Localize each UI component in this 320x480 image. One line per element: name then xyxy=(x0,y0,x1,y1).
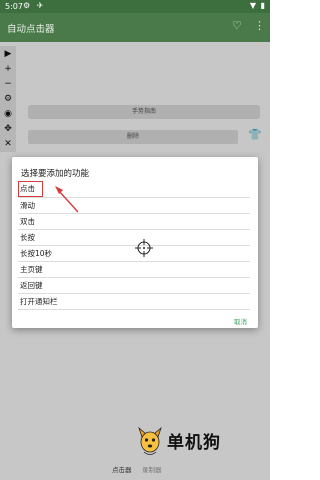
watermark-text: 单机狗 xyxy=(167,433,221,453)
option-swipe[interactable]: 滑动 xyxy=(18,198,250,214)
app-title: 自动点击器 xyxy=(7,24,55,35)
option-double-click[interactable]: 双击 xyxy=(18,214,250,230)
status-time: 5:07 xyxy=(5,2,23,11)
crosshair-target-icon[interactable] xyxy=(135,239,153,257)
more-options-icon[interactable]: ⋮ xyxy=(254,19,265,33)
status-bar: 5:07 ⚙ ✈ ▼ ▮ xyxy=(0,0,270,13)
option-long-press[interactable]: 长按 xyxy=(18,230,250,246)
cancel-button[interactable]: 取消 xyxy=(234,316,247,326)
option-home-key[interactable]: 主页键 xyxy=(18,262,250,278)
option-back-key[interactable]: 返回键 xyxy=(18,278,250,294)
bottom-nav: 点击器 录制器 xyxy=(0,460,270,480)
option-open-notifications[interactable]: 打开通知栏 xyxy=(18,294,250,310)
app-bar: 自动点击器 ♡ ⋮ xyxy=(0,13,270,42)
status-left-icons: ⚙ ✈ xyxy=(23,1,46,10)
tab-recorder[interactable]: 录制器 xyxy=(142,464,162,474)
option-long-press-10s[interactable]: 长按10秒 xyxy=(18,246,250,262)
status-right-icons: ▼ ▮ xyxy=(249,1,266,10)
dog-logo-icon xyxy=(138,426,162,455)
tab-clicker[interactable]: 点击器 xyxy=(112,464,132,474)
heart-icon[interactable]: ♡ xyxy=(232,19,244,33)
option-click[interactable]: 点击 xyxy=(18,181,43,197)
dialog-title: 选择要添加的功能 xyxy=(21,169,90,179)
